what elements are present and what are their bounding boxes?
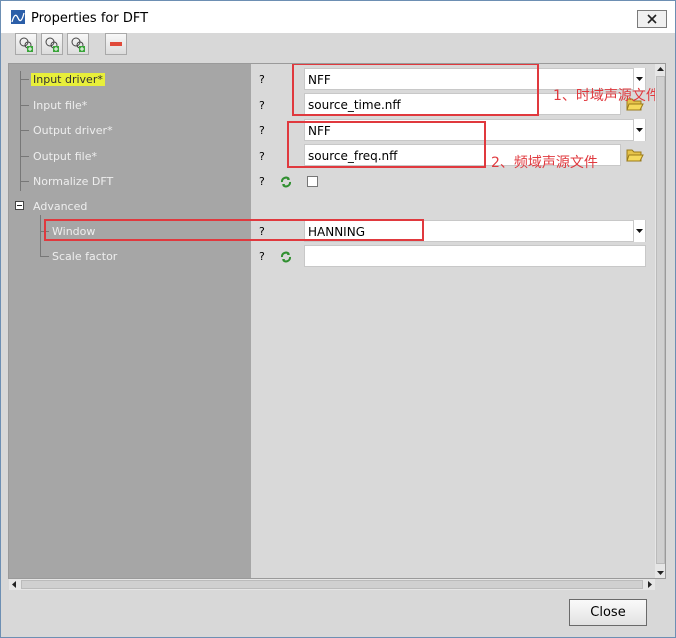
scroll-up-icon[interactable] bbox=[655, 64, 666, 74]
tree-item-scale-factor[interactable]: Scale factor bbox=[52, 250, 117, 263]
tree-connector bbox=[20, 156, 29, 157]
close-button[interactable]: Close bbox=[569, 599, 647, 626]
reset-icon[interactable] bbox=[280, 251, 292, 263]
output-driver-dropdown[interactable] bbox=[633, 119, 645, 141]
scroll-right-icon[interactable] bbox=[645, 579, 655, 590]
tree-connector bbox=[20, 79, 29, 80]
add-icon bbox=[45, 37, 59, 52]
properties-dialog: Properties for DFT Input driver* Input f… bbox=[0, 0, 676, 638]
add-item-button-2[interactable] bbox=[41, 33, 63, 55]
collapse-toggle[interactable] bbox=[15, 201, 24, 210]
folder-open-icon[interactable] bbox=[626, 147, 644, 163]
help-output-driver[interactable]: ? bbox=[259, 124, 265, 137]
close-icon bbox=[647, 14, 657, 24]
tree-item-output-driver[interactable]: Output driver* bbox=[33, 124, 113, 137]
tree-item-input-file[interactable]: Input file* bbox=[33, 99, 87, 112]
help-normalize-dft[interactable]: ? bbox=[259, 175, 265, 188]
annotation-time-domain: 1、时域声源文件 bbox=[553, 88, 660, 104]
normalize-dft-checkbox[interactable] bbox=[307, 176, 318, 187]
help-input-file[interactable]: ? bbox=[259, 99, 265, 112]
add-icon bbox=[71, 37, 85, 52]
tree-item-output-file[interactable]: Output file* bbox=[33, 150, 97, 163]
vertical-scroll-thumb[interactable] bbox=[656, 76, 665, 564]
chevron-down-icon bbox=[636, 128, 643, 132]
scroll-left-icon[interactable] bbox=[9, 579, 19, 590]
tree-connector bbox=[20, 181, 29, 182]
scale-factor-field[interactable] bbox=[304, 245, 646, 267]
tree-connector bbox=[20, 105, 29, 106]
property-tree bbox=[9, 64, 251, 578]
window-close-button[interactable] bbox=[637, 10, 667, 28]
horizontal-scroll-thumb[interactable] bbox=[21, 580, 643, 589]
annotation-box-window bbox=[44, 219, 424, 241]
add-icon bbox=[19, 37, 33, 52]
reset-icon[interactable] bbox=[280, 176, 292, 188]
window-title: Properties for DFT bbox=[31, 11, 149, 26]
chevron-down-icon bbox=[636, 77, 643, 81]
help-output-file[interactable]: ? bbox=[259, 150, 265, 163]
chevron-down-icon bbox=[636, 229, 643, 233]
vertical-scrollbar[interactable] bbox=[655, 64, 666, 578]
horizontal-scrollbar[interactable] bbox=[9, 578, 655, 590]
annotation-box-time bbox=[292, 63, 539, 116]
minus-icon bbox=[17, 205, 22, 206]
tree-item-normalize-dft[interactable]: Normalize DFT bbox=[33, 175, 113, 188]
remove-item-button[interactable] bbox=[105, 33, 127, 55]
help-scale-factor[interactable]: ? bbox=[259, 250, 265, 263]
tree-connector bbox=[20, 130, 29, 131]
add-item-button-1[interactable] bbox=[15, 33, 37, 55]
tree-group-advanced[interactable]: Advanced bbox=[33, 200, 87, 213]
annotation-box-freq bbox=[287, 121, 486, 168]
scroll-down-icon[interactable] bbox=[655, 568, 666, 578]
app-icon bbox=[11, 10, 25, 24]
window-dropdown[interactable] bbox=[633, 220, 645, 242]
tree-item-input-driver[interactable]: Input driver* bbox=[31, 73, 105, 86]
title-bar: Properties for DFT bbox=[1, 1, 675, 33]
tree-connector bbox=[40, 256, 49, 257]
tree-connector bbox=[40, 215, 41, 256]
help-input-driver[interactable]: ? bbox=[259, 73, 265, 86]
annotation-freq-domain: 2、频域声源文件 bbox=[491, 155, 598, 171]
tree-connector bbox=[20, 71, 21, 191]
remove-icon bbox=[110, 42, 122, 46]
add-item-button-3[interactable] bbox=[67, 33, 89, 55]
